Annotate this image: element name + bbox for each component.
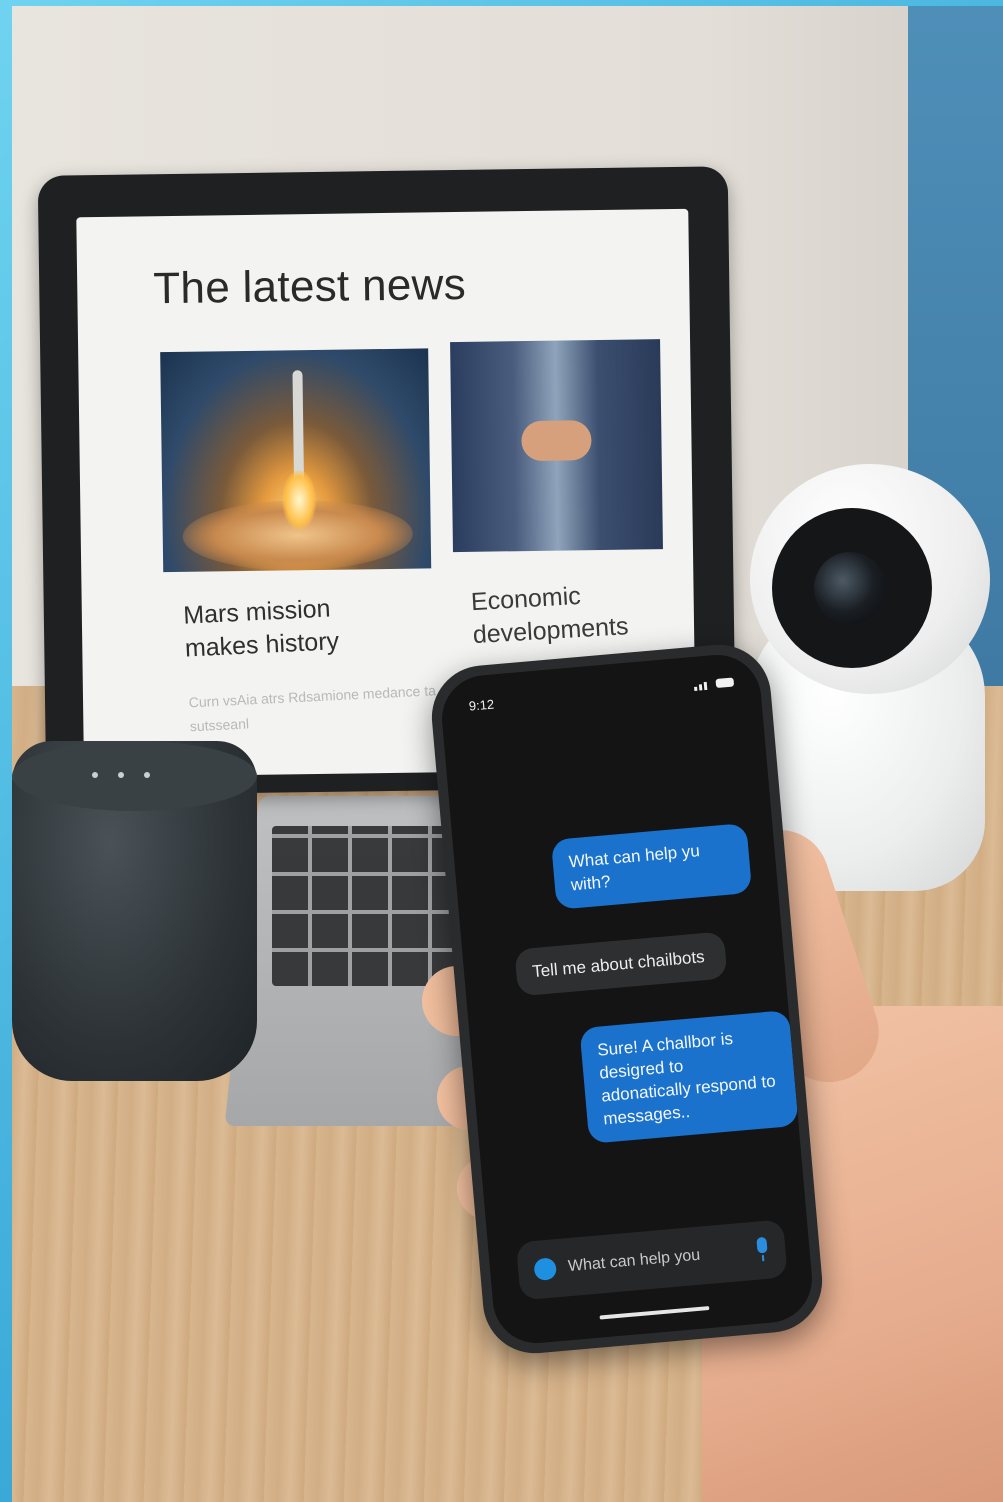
- message-bubble-outgoing: What can help yu with?: [550, 822, 753, 910]
- status-time: 9:12: [468, 696, 495, 714]
- news-page-title: The latest news: [152, 259, 467, 314]
- message-bubble-incoming: Tell me about chailbots: [514, 931, 728, 997]
- message-bubble-outgoing: Sure! A challbor is desigred to adonatic…: [579, 1009, 799, 1144]
- chat-bubble-icon: [533, 1257, 558, 1282]
- image-frame: The latest news Mars mission makes histo…: [0, 0, 1003, 1502]
- smart-speaker-top: [12, 741, 257, 811]
- microphone-icon-stem: [761, 1255, 765, 1262]
- microphone-icon[interactable]: [756, 1236, 768, 1254]
- home-indicator[interactable]: [599, 1306, 710, 1320]
- chat-screen: 9:12 What can help yu with? Tell me abou…: [438, 651, 816, 1347]
- signal-bar: [698, 684, 703, 691]
- article-headline-economic[interactable]: Economic developments: [470, 575, 673, 652]
- article-headline-mars[interactable]: Mars mission makes history: [183, 589, 406, 666]
- speaker-light: [118, 772, 124, 778]
- article-snippet-mars: Curn vsAia atrs Rdsamione medance ta sut…: [188, 682, 437, 735]
- message-compose-bar[interactable]: [515, 1219, 788, 1301]
- rocket-flame: [281, 469, 317, 531]
- photo: The latest news Mars mission makes histo…: [12, 6, 1003, 1502]
- speaker-light: [92, 772, 98, 778]
- status-icons: [694, 677, 735, 691]
- handshake-image[interactable]: [450, 339, 663, 553]
- camera-lens: [814, 552, 886, 624]
- smartphone: 9:12 What can help yu with? Tell me abou…: [427, 640, 827, 1358]
- speaker-light: [144, 772, 150, 778]
- battery-icon: [715, 677, 735, 689]
- signal-bar: [694, 686, 698, 691]
- rocket-launch-image[interactable]: [160, 348, 432, 573]
- message-input[interactable]: [566, 1236, 749, 1283]
- handshake: [521, 420, 592, 462]
- signal-bar: [703, 681, 708, 691]
